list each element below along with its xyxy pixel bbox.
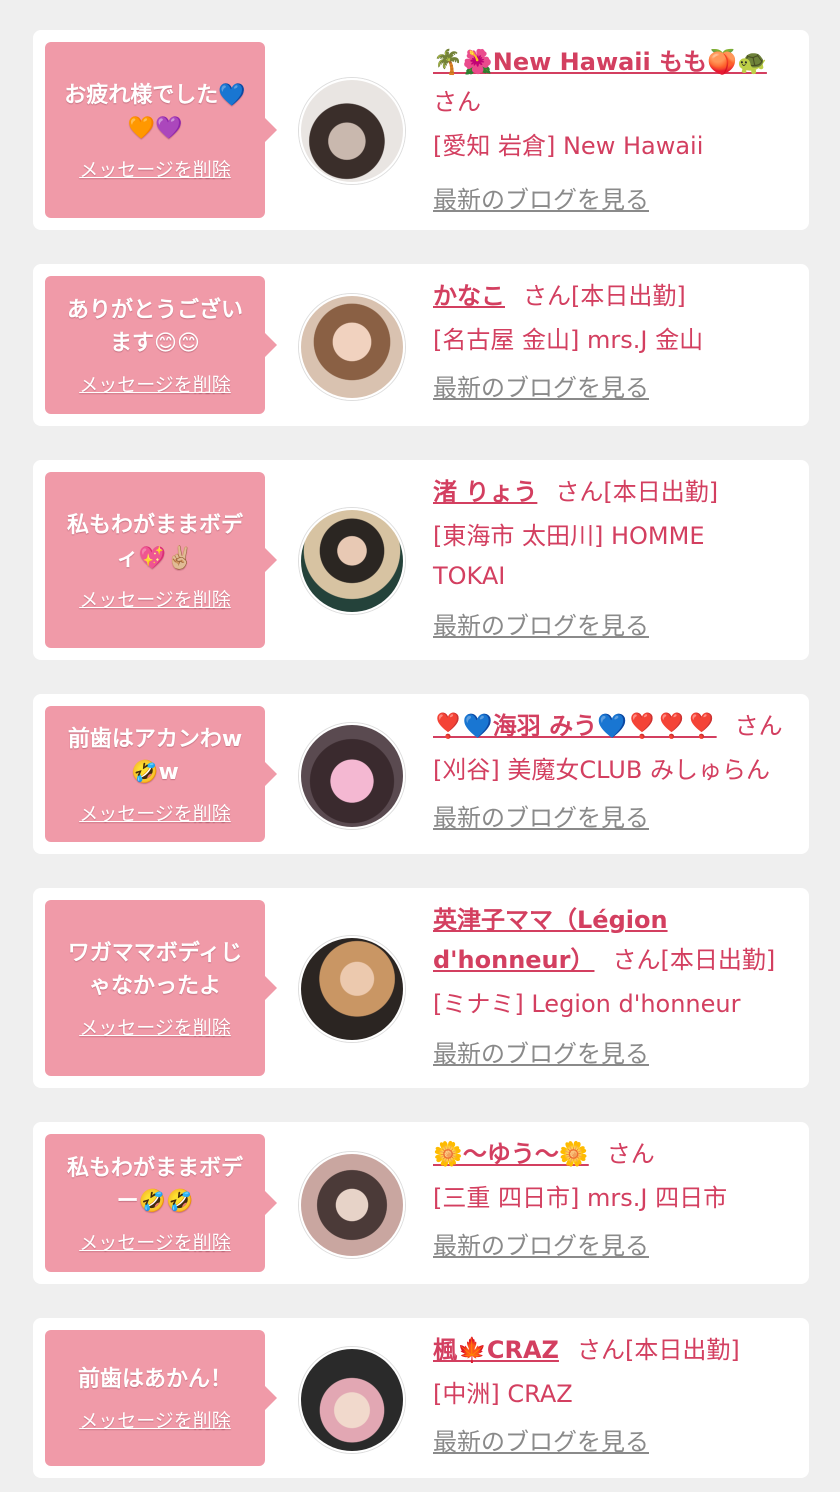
honorific: さん [734, 712, 783, 740]
message-text: 私もわがままボデ ィ💖✌🏼 [66, 512, 243, 571]
avatar[interactable] [299, 936, 405, 1042]
message-card: お疲れ様でした💙 🧡💜 メッセージを削除 🌴🌺New Hawaii もも🍑🐢 さ… [33, 30, 809, 230]
message-text: 前歯はあかん！ [77, 1367, 232, 1392]
message-bubble: 私もわがままボデ ー🤣🤣 メッセージを削除 [45, 1134, 277, 1272]
shop-info: [愛知 岩倉] New Hawaii [433, 132, 704, 160]
latest-blog-link[interactable]: 最新のブログを見る [433, 1422, 649, 1457]
message-list: お疲れ様でした💙 🧡💜 メッセージを削除 🌴🌺New Hawaii もも🍑🐢 さ… [0, 0, 840, 1492]
latest-blog-link[interactable]: 最新のブログを見る [433, 368, 649, 403]
message-bubble: ありがとうござい ます😊😊 メッセージを削除 [45, 276, 277, 414]
delete-message-link[interactable]: メッセージを削除 [79, 1406, 231, 1433]
avatar[interactable] [299, 78, 405, 184]
message-card: 私もわがままボデ ィ💖✌🏼 メッセージを削除 渚 りょう さん[本日出勤] [東海… [33, 460, 809, 660]
message-text: 私もわがままボデ ー🤣🤣 [66, 1155, 243, 1214]
shop-info: [ミナミ] Legion d'honneur [433, 990, 741, 1018]
shop-info: [刈谷] 美魔女CLUB みしゅらん [433, 756, 770, 784]
girl-name-link[interactable]: 🌼〜ゆう〜🌼 [433, 1140, 589, 1168]
latest-blog-link[interactable]: 最新のブログを見る [433, 606, 649, 641]
delete-message-link[interactable]: メッセージを削除 [79, 799, 231, 826]
delete-message-link[interactable]: メッセージを削除 [79, 1228, 231, 1255]
avatar[interactable] [299, 508, 405, 614]
message-bubble: お疲れ様でした💙 🧡💜 メッセージを削除 [45, 42, 277, 218]
message-card: ありがとうござい ます😊😊 メッセージを削除 かなこ さん[本日出勤] [名古屋 … [33, 264, 809, 426]
message-bubble: 前歯はアカンわw 🤣w メッセージを削除 [45, 706, 277, 842]
delete-message-link[interactable]: メッセージを削除 [79, 585, 231, 612]
honorific: さん[本日出勤] [523, 282, 686, 310]
profile-info: かなこ さん[本日出勤] [名古屋 金山] mrs.J 金山 最新のブログを見る [433, 276, 795, 403]
message-card: 前歯はあかん！ メッセージを削除 楓🍁CRAZ さん[本日出勤] [中洲] CRA… [33, 1318, 809, 1478]
profile-info: 🌼〜ゆう〜🌼 さん [三重 四日市] mrs.J 四日市 最新のブログを見る [433, 1134, 795, 1261]
message-bubble: ワガママボディじ ゃなかったよ メッセージを削除 [45, 900, 277, 1076]
latest-blog-link[interactable]: 最新のブログを見る [433, 1034, 649, 1069]
girl-name-link[interactable]: 楓🍁CRAZ [433, 1336, 559, 1364]
message-text: ありがとうござい ます😊😊 [66, 297, 243, 356]
avatar[interactable] [299, 1152, 405, 1258]
avatar[interactable] [299, 1347, 405, 1453]
message-card: 前歯はアカンわw 🤣w メッセージを削除 ❣️💙海羽 みう💙❣️❣️❣️ さん [… [33, 694, 809, 854]
profile-info: 楓🍁CRAZ さん[本日出勤] [中洲] CRAZ 最新のブログを見る [433, 1330, 795, 1457]
message-text: 前歯はアカンわw 🤣w [67, 726, 243, 785]
profile-info: 渚 りょう さん[本日出勤] [東海市 太田川] HOMME TOKAI 最新のブ… [433, 472, 795, 641]
delete-message-link[interactable]: メッセージを削除 [79, 1013, 231, 1040]
shop-info: [三重 四日市] mrs.J 四日市 [433, 1184, 728, 1212]
profile-info: ❣️💙海羽 みう💙❣️❣️❣️ さん [刈谷] 美魔女CLUB みしゅらん 最新の… [433, 706, 795, 833]
shop-info: [東海市 太田川] HOMME TOKAI [433, 522, 705, 590]
latest-blog-link[interactable]: 最新のブログを見る [433, 798, 649, 833]
latest-blog-link[interactable]: 最新のブログを見る [433, 1226, 649, 1261]
message-text: お疲れ様でした💙 🧡💜 [64, 82, 246, 141]
girl-name-link[interactable]: かなこ [433, 282, 505, 310]
delete-message-link[interactable]: メッセージを削除 [79, 155, 231, 182]
message-card: 私もわがままボデ ー🤣🤣 メッセージを削除 🌼〜ゆう〜🌼 さん [三重 四日市] … [33, 1122, 809, 1284]
honorific: さん[本日出勤] [576, 1336, 740, 1364]
honorific: さん [606, 1140, 655, 1168]
message-bubble: 前歯はあかん！ メッセージを削除 [45, 1330, 277, 1466]
shop-info: [名古屋 金山] mrs.J 金山 [433, 326, 704, 354]
honorific: さん[本日出勤] [612, 946, 776, 974]
message-text: ワガママボディじ ゃなかったよ [67, 940, 243, 999]
girl-name-link[interactable]: 渚 りょう [433, 478, 537, 506]
message-card: ワガママボディじ ゃなかったよ メッセージを削除 英津子ママ（Légion d'… [33, 888, 809, 1088]
avatar[interactable] [299, 723, 405, 829]
honorific: さん[本日出勤] [555, 478, 719, 506]
girl-name-link[interactable]: 🌴🌺New Hawaii もも🍑🐢 [433, 48, 767, 76]
profile-info: 🌴🌺New Hawaii もも🍑🐢 さん [愛知 岩倉] New Hawaii … [433, 42, 795, 215]
girl-name-link[interactable]: ❣️💙海羽 みう💙❣️❣️❣️ [433, 712, 717, 740]
avatar[interactable] [299, 294, 405, 400]
shop-info: [中洲] CRAZ [433, 1380, 573, 1408]
profile-info: 英津子ママ（Légion d'honneur） さん[本日出勤] [ミナミ] Le… [433, 900, 795, 1069]
latest-blog-link[interactable]: 最新のブログを見る [433, 180, 649, 215]
message-bubble: 私もわがままボデ ィ💖✌🏼 メッセージを削除 [45, 472, 277, 648]
delete-message-link[interactable]: メッセージを削除 [79, 370, 231, 397]
honorific: さん [433, 88, 481, 116]
